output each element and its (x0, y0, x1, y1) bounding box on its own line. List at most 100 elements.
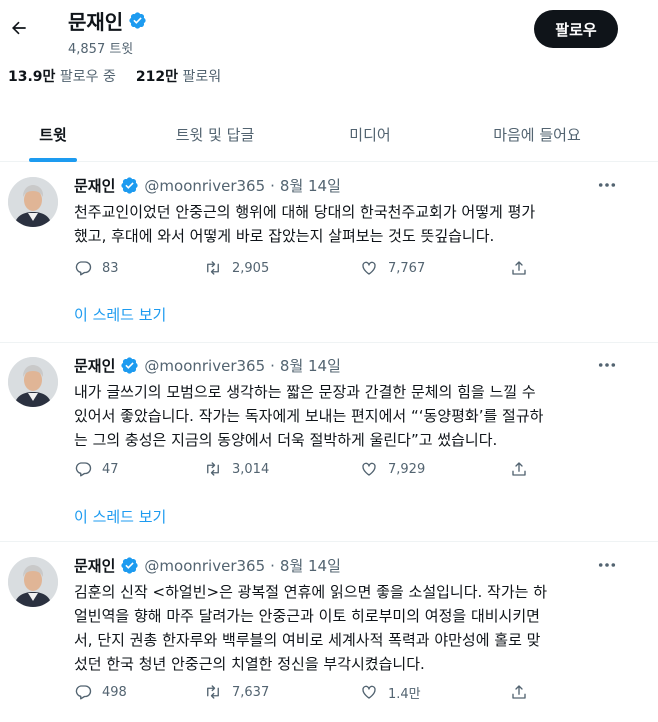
meta-separator: · (270, 176, 275, 195)
retweet-icon (207, 685, 219, 699)
reply-button[interactable]: 47 (74, 457, 119, 481)
tweet-text: 김훈의 신작 <하얼빈>은 광복절 연휴에 읽으면 좋을 소설입니다. 작가는 … (74, 580, 624, 676)
more-dots-icon (598, 183, 616, 187)
verified-badge-icon (121, 557, 139, 574)
show-thread-link[interactable]: 이 스레드 보기 (74, 506, 166, 527)
tweet-text-line: 천주교인이었던 안중근의 행위에 대해 당대의 한국천주교회가 어떻게 평가 (74, 203, 536, 221)
tweet-date[interactable]: 8월 14일 (280, 355, 341, 376)
tweet-text: 내가 글쓰기의 모범으로 생각하는 짧은 문장과 간결한 문체의 힘을 느낄 수… (74, 380, 624, 452)
tweet-meta: 문재인 @moonriver365 · 8월 14일 (74, 175, 341, 196)
back-button[interactable] (6, 12, 32, 44)
like-count: 7,767 (388, 260, 426, 276)
tweet-item[interactable]: 문재인 @moonriver365 · 8월 14일 천주교인이었던 안중근의 … (0, 163, 658, 343)
author-handle[interactable]: @moonriver365 (144, 557, 265, 575)
verified-badge-icon (129, 12, 146, 29)
active-tab-indicator (29, 158, 77, 162)
verified-badge-icon (121, 177, 139, 194)
followers-count: 212만 (135, 69, 178, 85)
arrow-left-icon (12, 21, 26, 35)
following-count: 13.9만 (8, 69, 56, 85)
tweet-actions: 498 7,637 1.4만 (74, 680, 544, 704)
share-icon (512, 261, 526, 275)
more-button[interactable] (596, 177, 618, 193)
reply-count: 498 (102, 684, 127, 700)
share-button[interactable] (510, 457, 528, 481)
show-thread-link[interactable]: 이 스레드 보기 (74, 304, 166, 325)
tweet-count: 4,857 트윗 (68, 42, 134, 57)
author-name[interactable]: 문재인 (74, 175, 115, 196)
tab-likes[interactable]: 마음에 들어요 (416, 108, 658, 161)
heart-icon (362, 685, 376, 699)
tweet-meta: 문재인 @moonriver365 · 8월 14일 (74, 555, 341, 576)
tweet-text-line: 김훈의 신작 <하얼빈>은 광복절 연휴에 읽으면 좋을 소설입니다. 작가는 … (74, 583, 548, 601)
tweet-text-line: 얼빈역을 향해 마주 달려가는 안중근과 이토 히로부미의 여정을 대비시키면 (74, 607, 540, 625)
retweet-button[interactable]: 2,905 (204, 256, 269, 280)
meta-separator: · (270, 356, 275, 375)
profile-tabs: 트윗 트윗 및 답글 미디어 마음에 들어요 (0, 108, 658, 162)
more-dots-icon (598, 363, 616, 367)
share-button[interactable] (510, 680, 528, 704)
following-stat[interactable]: 13.9만 팔로우 중 (8, 66, 116, 86)
following-label: 팔로우 중 (59, 69, 116, 85)
reply-button[interactable]: 83 (74, 256, 119, 280)
like-count: 7,929 (388, 461, 426, 477)
retweet-button[interactable]: 7,637 (204, 680, 269, 704)
tab-media[interactable]: 미디어 (324, 108, 416, 161)
author-name[interactable]: 문재인 (74, 555, 115, 576)
tweet-text-line: 있어서 좋았습니다. 작가는 독자에게 보내는 편지에서 “‘동양평화’를 절규… (74, 407, 544, 425)
avatar-portrait-icon (8, 557, 58, 607)
like-button[interactable]: 1.4만 (360, 680, 421, 704)
verified-badge-icon (121, 357, 139, 374)
page-title: 문재인 (68, 10, 124, 34)
author-name[interactable]: 문재인 (74, 355, 115, 376)
tab-tweets-replies-label: 트윗 및 답글 (175, 126, 255, 144)
tweet-text-line: 서, 단지 권총 한자루와 백루블의 여비로 세계사적 폭력과 야만성에 홀로 … (74, 631, 541, 649)
followers-label: 팔로워 (182, 69, 222, 85)
tweet-text: 천주교인이었던 안중근의 행위에 대해 당대의 한국천주교회가 어떻게 평가 했… (74, 200, 624, 248)
avatar[interactable] (8, 357, 58, 407)
tweet-actions: 83 2,905 7,767 (74, 256, 544, 280)
reply-button[interactable]: 498 (74, 680, 127, 704)
avatar[interactable] (8, 557, 58, 607)
tweet-actions: 47 3,014 7,929 (74, 457, 544, 481)
author-handle[interactable]: @moonriver365 (144, 177, 265, 195)
tweet-date[interactable]: 8월 14일 (280, 175, 341, 196)
like-button[interactable]: 7,767 (360, 256, 425, 280)
reply-bubble-icon (75, 261, 92, 276)
tab-tweets-replies[interactable]: 트윗 및 답글 (106, 108, 324, 161)
retweet-icon (207, 261, 219, 275)
tweet-text-line: 했고, 후대에 와서 어떻게 바로 잡았는지 살펴보는 것도 뜻깊습니다. (74, 227, 495, 245)
reply-bubble-icon (75, 462, 92, 477)
heart-icon (362, 261, 376, 275)
retweet-count: 7,637 (232, 684, 270, 700)
tweet-meta: 문재인 @moonriver365 · 8월 14일 (74, 355, 341, 376)
more-button[interactable] (596, 557, 618, 573)
share-icon (512, 462, 526, 476)
tab-tweets-label: 트윗 (39, 126, 67, 144)
tweet-item[interactable]: 문재인 @moonriver365 · 8월 14일 김훈의 신작 <하얼빈>은… (0, 543, 658, 722)
avatar[interactable] (8, 177, 58, 227)
retweet-count: 2,905 (232, 260, 270, 276)
tweet-text-line: 섰던 한국 청년 안중근의 치열한 정신을 부각시켰습니다. (74, 655, 425, 673)
tweet-text-line: 내가 글쓰기의 모범으로 생각하는 짧은 문장과 간결한 문체의 힘을 느낄 수 (74, 383, 536, 401)
tab-tweets[interactable]: 트윗 (0, 108, 106, 162)
share-button[interactable] (510, 256, 528, 280)
tab-media-label: 미디어 (349, 126, 391, 144)
tweet-text-line: 는 그의 충성은 지금의 동양에서 더욱 절박하게 울린다”고 썼습니다. (74, 431, 498, 449)
avatar-portrait-icon (8, 357, 58, 407)
tweet-date[interactable]: 8월 14일 (280, 555, 341, 576)
more-button[interactable] (596, 357, 618, 373)
follow-button[interactable]: 팔로우 (534, 10, 618, 48)
more-dots-icon (598, 563, 616, 567)
retweet-icon (207, 462, 219, 476)
heart-icon (362, 462, 376, 476)
retweet-button[interactable]: 3,014 (204, 457, 269, 481)
author-handle[interactable]: @moonriver365 (144, 357, 265, 375)
followers-stat[interactable]: 212만 팔로워 (136, 66, 221, 86)
profile-title-block: 문재인 4,857 트윗 (68, 6, 147, 57)
tweet-item[interactable]: 문재인 @moonriver365 · 8월 14일 내가 글쓰기의 모범으로 … (0, 343, 658, 542)
meta-separator: · (270, 556, 275, 575)
like-button[interactable]: 7,929 (360, 457, 425, 481)
follow-stats: 13.9만 팔로우 중 212만 팔로워 (8, 66, 221, 86)
avatar-portrait-icon (8, 177, 58, 227)
